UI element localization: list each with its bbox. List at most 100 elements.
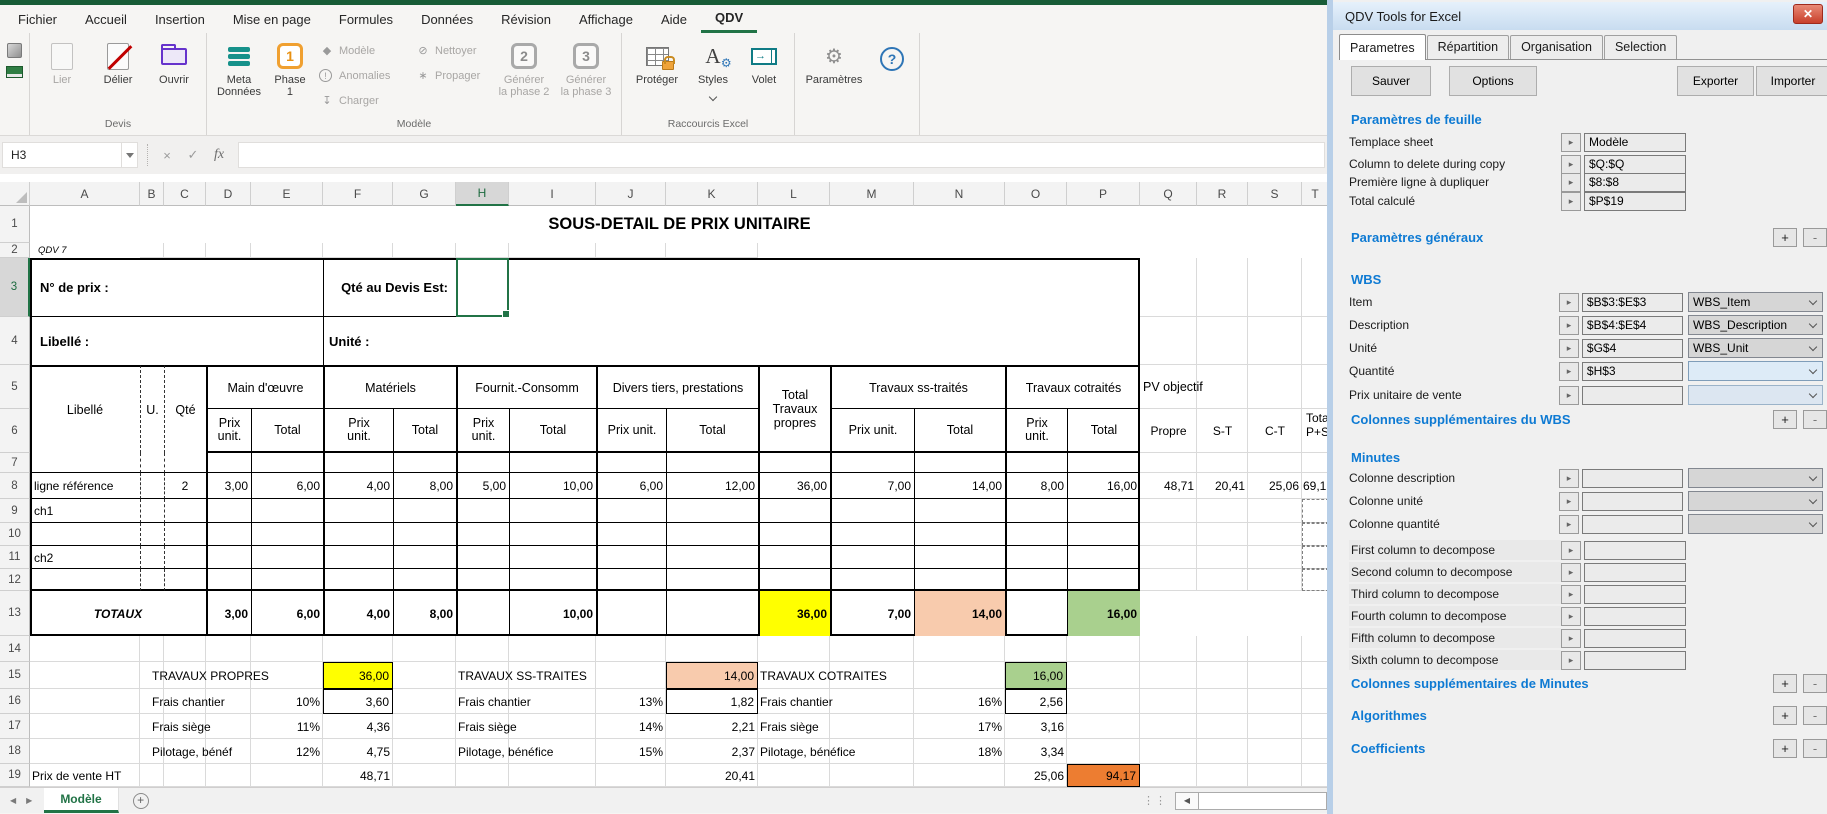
wbs-description-input[interactable]: $B$4:$E$4 <box>1582 316 1683 335</box>
empty-cell[interactable] <box>1248 499 1302 523</box>
cell-travaux-sstraites[interactable]: TRAVAUX SS-TRAITES <box>456 662 666 689</box>
cell[interactable] <box>206 453 251 473</box>
cell[interactable] <box>509 499 596 523</box>
empty-cell[interactable] <box>393 764 456 787</box>
board-icon[interactable] <box>6 61 23 83</box>
summary-label[interactable]: Frais chantier <box>140 689 251 714</box>
proteger-button[interactable]: Protéger <box>626 35 688 86</box>
empty-cell[interactable] <box>30 636 140 662</box>
summary-value[interactable]: 2,21 <box>666 714 758 739</box>
empty-cell[interactable] <box>666 636 758 662</box>
cell[interactable] <box>758 523 830 546</box>
cell[interactable] <box>830 546 914 569</box>
hscroll-track[interactable] <box>1199 792 1327 810</box>
cell-totaux-cotraites[interactable]: 16,00 <box>1067 591 1140 636</box>
row-header-19[interactable]: 19 <box>0 764 30 787</box>
cell[interactable] <box>666 546 758 569</box>
column-header-G[interactable]: G <box>393 182 456 206</box>
cell-prix-vente-ht[interactable]: Prix de vente HT <box>30 764 206 787</box>
cell-value[interactable]: 48,71 <box>1140 473 1197 499</box>
cell[interactable] <box>393 546 456 569</box>
cell[interactable] <box>206 523 251 546</box>
header-prix-unit[interactable]: Prix unit. <box>1005 409 1067 453</box>
cell-value[interactable]: 16,00 <box>1067 473 1140 499</box>
header-total[interactable]: Total <box>666 409 758 453</box>
tab-donnees[interactable]: Données <box>407 5 487 33</box>
tab-aide[interactable]: Aide <box>647 5 701 33</box>
empty-cell[interactable] <box>914 764 1005 787</box>
empty-cell[interactable] <box>1248 569 1302 591</box>
summary-value[interactable]: 2,37 <box>666 739 758 764</box>
total-calcule-input[interactable]: $P$19 <box>1584 192 1686 211</box>
cell[interactable] <box>30 523 140 546</box>
wbs-quantite-dropdown[interactable] <box>1688 361 1823 381</box>
empty-cell[interactable] <box>1302 689 1327 714</box>
cell-totaux[interactable]: 6,00 <box>251 591 323 636</box>
decompose-1-input[interactable] <box>1584 541 1686 560</box>
minutes-quantite-dropdown[interactable] <box>1688 514 1823 534</box>
header-qte[interactable]: Qté <box>164 365 206 453</box>
empty-cell[interactable] <box>1197 523 1248 546</box>
tab-formules[interactable]: Formules <box>325 5 407 33</box>
column-header-M[interactable]: M <box>830 182 914 206</box>
cell-cotraites-total[interactable]: 16,00 <box>1005 662 1067 689</box>
cell-totaux-label[interactable]: TOTAUX <box>30 591 206 636</box>
exporter-button[interactable]: Exporter <box>1677 66 1754 96</box>
range-picker-icon[interactable]: ▸ <box>1561 585 1581 604</box>
empty-cell[interactable] <box>1197 739 1248 764</box>
column-header-K[interactable]: K <box>666 182 758 206</box>
row-header-10[interactable]: 10 <box>0 523 30 546</box>
cell[interactable] <box>164 523 206 546</box>
header-u[interactable]: U. <box>140 365 164 453</box>
row-header-14[interactable]: 14 <box>0 636 30 662</box>
remove-button[interactable]: - <box>1803 739 1827 758</box>
delier-button[interactable]: Délier <box>90 35 146 86</box>
empty-cell[interactable] <box>1197 258 1248 317</box>
remove-button[interactable]: - <box>1803 674 1827 693</box>
empty-cell[interactable] <box>1067 636 1140 662</box>
column-header-S[interactable]: S <box>1248 182 1302 206</box>
cell[interactable] <box>596 499 666 523</box>
cell[interactable] <box>251 569 323 591</box>
range-picker-icon[interactable]: ▸ <box>1559 469 1579 488</box>
decompose-6-input[interactable] <box>1584 651 1686 670</box>
cell-value[interactable]: 7,00 <box>830 473 914 499</box>
cell-unite[interactable]: Unité : <box>323 317 456 365</box>
summary-label[interactable]: Frais siège <box>758 714 914 739</box>
empty-cell[interactable] <box>1197 317 1248 365</box>
summary-label[interactable]: Pilotage, bénéfice <box>456 739 596 764</box>
cell[interactable] <box>509 523 596 546</box>
minutes-unite-dropdown[interactable] <box>1688 491 1823 511</box>
header-ct[interactable]: C-T <box>1248 409 1302 453</box>
importer-button[interactable]: Importer <box>1756 66 1827 96</box>
empty-cell[interactable] <box>323 243 393 258</box>
modele-item[interactable]: ◆Modèle <box>313 38 409 63</box>
summary-label[interactable]: Frais siège <box>456 714 596 739</box>
wbs-unite-input[interactable]: $G$4 <box>1582 339 1683 358</box>
empty-cell[interactable] <box>1140 569 1197 591</box>
dashed-cell[interactable] <box>1302 523 1327 546</box>
tab-affichage[interactable]: Affichage <box>565 5 647 33</box>
cell[interactable] <box>596 569 666 591</box>
decompose-4-input[interactable] <box>1584 607 1686 626</box>
cell[interactable] <box>914 546 1005 569</box>
help-button[interactable]: ? <box>869 35 915 71</box>
empty-cell[interactable] <box>1197 689 1248 714</box>
add-sheet-button[interactable]: + <box>133 788 149 813</box>
add-button[interactable]: + <box>1773 410 1797 429</box>
row-header-11[interactable]: 11 <box>0 546 30 569</box>
cell-value[interactable]: 6,00 <box>596 473 666 499</box>
summary-value[interactable]: 3,16 <box>1005 714 1067 739</box>
range-picker-icon[interactable]: ▸ <box>1561 541 1581 560</box>
header-main-oeuvre[interactable]: Main d'œuvre <box>206 365 323 409</box>
wbs-prix-unitaire-input[interactable] <box>1582 386 1683 405</box>
range-picker-icon[interactable]: ▸ <box>1561 173 1581 192</box>
column-header-I[interactable]: I <box>509 182 596 206</box>
cell-totaux[interactable]: 4,00 <box>323 591 393 636</box>
column-delete-input[interactable]: $Q:$Q <box>1584 155 1686 174</box>
empty-cell[interactable] <box>251 764 323 787</box>
volet-button[interactable]: → Volet <box>738 35 790 86</box>
empty-cell[interactable] <box>393 636 456 662</box>
sheet-tab-modele[interactable]: Modèle <box>44 788 118 813</box>
cell[interactable] <box>164 546 206 569</box>
